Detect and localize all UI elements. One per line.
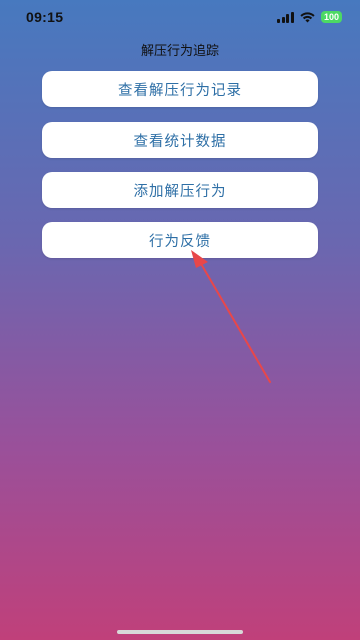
status-time: 09:15 [26, 9, 64, 25]
feedback-button[interactable]: 行为反馈 [42, 222, 318, 258]
battery-icon: 100 [320, 11, 342, 23]
page-title: 解压行为追踪 [140, 44, 219, 59]
add-behavior-button[interactable]: 添加解压行为 [42, 172, 318, 208]
wifi-icon [300, 11, 315, 23]
status-bar: 09:15 100 [0, 0, 360, 34]
view-stats-button[interactable]: 查看统计数据 [42, 122, 318, 158]
home-indicator[interactable] [117, 630, 243, 634]
view-records-button[interactable]: 查看解压行为记录 [42, 71, 318, 107]
status-icons: 100 [277, 11, 342, 23]
cellular-signal-icon [277, 11, 294, 23]
